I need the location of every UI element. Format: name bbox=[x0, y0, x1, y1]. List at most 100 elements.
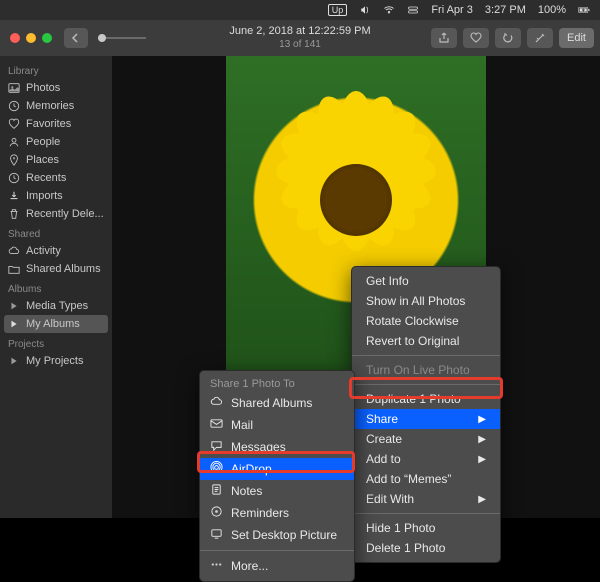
sidebar-item[interactable]: Recents bbox=[0, 169, 112, 187]
photo-title: June 2, 2018 at 12:22:59 PM bbox=[229, 25, 370, 38]
traffic-lights[interactable] bbox=[0, 33, 52, 43]
airdrop-icon bbox=[210, 461, 223, 477]
msg-icon bbox=[210, 439, 223, 455]
cloud-icon bbox=[210, 395, 223, 411]
menu-item-label: More... bbox=[231, 559, 268, 573]
back-button[interactable] bbox=[64, 28, 88, 48]
menu-item-label: Notes bbox=[231, 484, 262, 498]
favorite-button[interactable] bbox=[463, 28, 489, 48]
notes-icon bbox=[210, 483, 223, 499]
menu-item-label: Add to “Memes” bbox=[366, 472, 451, 486]
context-menu-item: Turn On Live Photo bbox=[352, 360, 500, 380]
share-menu-item[interactable]: Messages bbox=[200, 436, 354, 458]
share-menu-item[interactable]: Mail bbox=[200, 414, 354, 436]
menu-item-label: Revert to Original bbox=[366, 334, 459, 348]
fullscreen-button[interactable] bbox=[42, 33, 52, 43]
share-menu-item[interactable]: Set Desktop Picture bbox=[200, 524, 354, 546]
titlebar: June 2, 2018 at 12:22:59 PM 13 of 141 Ed… bbox=[0, 20, 600, 56]
sidebar-item-label: Favorites bbox=[26, 118, 71, 130]
sidebar-item[interactable]: Shared Albums bbox=[0, 260, 112, 278]
sidebar-item[interactable]: Media Types bbox=[0, 297, 112, 315]
menu-item-label: Create bbox=[366, 432, 402, 446]
menu-item-label: Turn On Live Photo bbox=[366, 363, 470, 377]
share-menu-item[interactable]: Shared Albums bbox=[200, 392, 354, 414]
close-button[interactable] bbox=[10, 33, 20, 43]
menu-item-label: Edit With bbox=[366, 492, 414, 506]
submenu-arrow-icon: ▶ bbox=[478, 434, 486, 445]
volume-icon[interactable] bbox=[359, 4, 371, 16]
context-menu-item[interactable]: Create ▶ bbox=[352, 429, 500, 449]
mail-icon bbox=[210, 417, 223, 433]
context-menu-item[interactable]: Add to “Memes” bbox=[352, 469, 500, 489]
sidebar-item-label: Recently Dele... bbox=[26, 208, 104, 220]
wifi-icon[interactable] bbox=[383, 4, 395, 16]
menu-item-label: Mail bbox=[231, 418, 253, 432]
share-menu-item[interactable]: Notes bbox=[200, 480, 354, 502]
sidebar-item[interactable]: My Projects bbox=[0, 352, 112, 370]
sidebar-item[interactable]: My Albums bbox=[4, 315, 108, 333]
sidebar-item[interactable]: Memories bbox=[0, 97, 112, 115]
minimize-button[interactable] bbox=[26, 33, 36, 43]
sidebar-item[interactable]: Imports bbox=[0, 187, 112, 205]
sidebar-item-label: Memories bbox=[26, 100, 74, 112]
sidebar: Library Photos Memories Favorites PeoplePla… bbox=[0, 56, 112, 518]
sidebar-item-label: Imports bbox=[26, 190, 63, 202]
sidebar-item[interactable]: People bbox=[0, 133, 112, 151]
battery-percent[interactable]: 100% bbox=[538, 4, 566, 16]
sidebar-header-shared: Shared bbox=[0, 223, 112, 242]
menu-item-label: Get Info bbox=[366, 274, 409, 288]
share-menu-item[interactable]: AirDrop bbox=[200, 458, 354, 480]
context-menu-item[interactable]: Show in All Photos bbox=[352, 291, 500, 311]
edit-button[interactable]: Edit bbox=[559, 28, 594, 48]
zoom-slider[interactable] bbox=[94, 28, 150, 48]
sidebar-item-label: My Albums bbox=[26, 318, 80, 330]
sidebar-item[interactable]: Recently Dele... bbox=[0, 205, 112, 223]
up-indicator: Up bbox=[328, 4, 348, 16]
context-menu-item[interactable]: Get Info bbox=[352, 271, 500, 291]
menubar-time[interactable]: 3:27 PM bbox=[485, 4, 526, 16]
sidebar-item[interactable]: Activity bbox=[0, 242, 112, 260]
context-menu-item[interactable]: Edit With▶ bbox=[352, 489, 500, 509]
sidebar-item-label: Media Types bbox=[26, 300, 88, 312]
rotate-button[interactable] bbox=[495, 28, 521, 48]
context-menu-item[interactable]: Delete 1 Photo bbox=[352, 538, 500, 558]
context-menu-item[interactable]: Rotate Clockwise bbox=[352, 311, 500, 331]
context-menu-item[interactable]: Revert to Original bbox=[352, 331, 500, 351]
photos-window: June 2, 2018 at 12:22:59 PM 13 of 141 Ed… bbox=[0, 20, 600, 518]
battery-icon[interactable] bbox=[578, 4, 590, 16]
menu-item-label: Rotate Clockwise bbox=[366, 314, 459, 328]
sidebar-item[interactable]: Favorites bbox=[0, 115, 112, 133]
menu-item-label: Share bbox=[366, 412, 398, 426]
share-submenu[interactable]: Share 1 Photo ToShared Albums Mail Message… bbox=[199, 370, 355, 582]
menu-item-label: Set Desktop Picture bbox=[231, 528, 337, 542]
enhance-button[interactable] bbox=[527, 28, 553, 48]
menu-item-label: Duplicate 1 Photo bbox=[366, 392, 461, 406]
share-menu-item[interactable]: Reminders bbox=[200, 502, 354, 524]
sidebar-item-label: Shared Albums bbox=[26, 263, 101, 275]
submenu-title: Share 1 Photo To bbox=[200, 375, 354, 392]
control-center-icon[interactable] bbox=[407, 4, 419, 16]
sidebar-item-label: Recents bbox=[26, 172, 66, 184]
menu-item-label: Add to bbox=[366, 452, 401, 466]
sidebar-item[interactable]: Photos bbox=[0, 79, 112, 97]
menu-item-label: AirDrop bbox=[231, 462, 272, 476]
sidebar-item-label: Photos bbox=[26, 82, 60, 94]
sidebar-header-albums: Albums bbox=[0, 278, 112, 297]
sidebar-item-label: My Projects bbox=[26, 355, 83, 367]
menubar-date[interactable]: Fri Apr 3 bbox=[431, 4, 473, 16]
share-menu-item[interactable]: More... bbox=[200, 555, 354, 577]
desk-icon bbox=[210, 527, 223, 543]
macos-menubar: Up Fri Apr 3 3:27 PM 100% bbox=[0, 0, 600, 20]
context-menu-item[interactable]: Duplicate 1 Photo bbox=[352, 389, 500, 409]
share-button[interactable] bbox=[431, 28, 457, 48]
photo-subtitle: 13 of 141 bbox=[229, 38, 370, 51]
submenu-arrow-icon: ▶ bbox=[478, 454, 486, 465]
menu-item-label: Hide 1 Photo bbox=[366, 521, 435, 535]
context-menu-item[interactable]: Hide 1 Photo bbox=[352, 518, 500, 538]
context-menu-item[interactable]: Share▶ bbox=[352, 409, 500, 429]
sidebar-item-label: Activity bbox=[26, 245, 61, 257]
sidebar-header-library: Library bbox=[0, 60, 112, 79]
sidebar-item[interactable]: Places bbox=[0, 151, 112, 169]
context-menu[interactable]: Get Info Show in All Photos Rotate Clockwi… bbox=[351, 266, 501, 563]
context-menu-item[interactable]: Add to ▶ bbox=[352, 449, 500, 469]
